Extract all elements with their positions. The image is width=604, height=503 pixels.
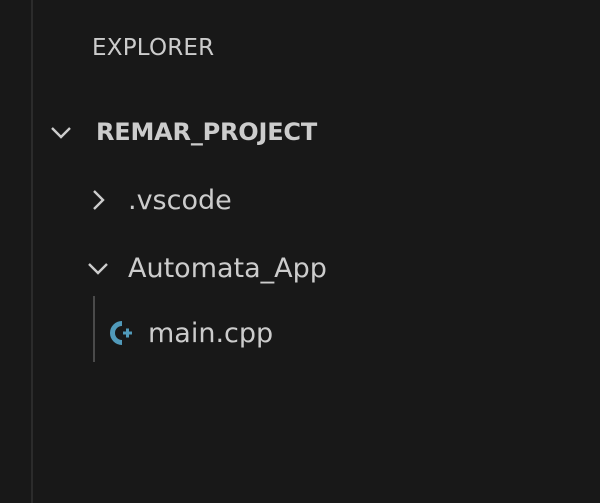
tree-item-automata-app[interactable]: Automata_App: [0, 246, 560, 290]
file-label: main.cpp: [148, 317, 274, 349]
folder-label: .vscode: [128, 184, 232, 216]
tree-item-vscode[interactable]: .vscode: [0, 178, 560, 222]
explorer-title: EXPLORER: [92, 35, 215, 61]
folder-label: Automata_App: [128, 252, 327, 284]
chevron-right-icon: [89, 188, 109, 212]
explorer-panel: EXPLORER REMAR_PROJECT .vscode Automata_…: [0, 0, 600, 503]
tree-item-remar-project[interactable]: REMAR_PROJECT: [0, 110, 560, 154]
chevron-down-icon: [86, 256, 110, 280]
tree-item-main-cpp[interactable]: main.cpp: [0, 311, 560, 355]
folder-label: REMAR_PROJECT: [96, 118, 317, 146]
cpp-file-icon: [105, 318, 135, 348]
chevron-down-icon: [49, 120, 73, 144]
